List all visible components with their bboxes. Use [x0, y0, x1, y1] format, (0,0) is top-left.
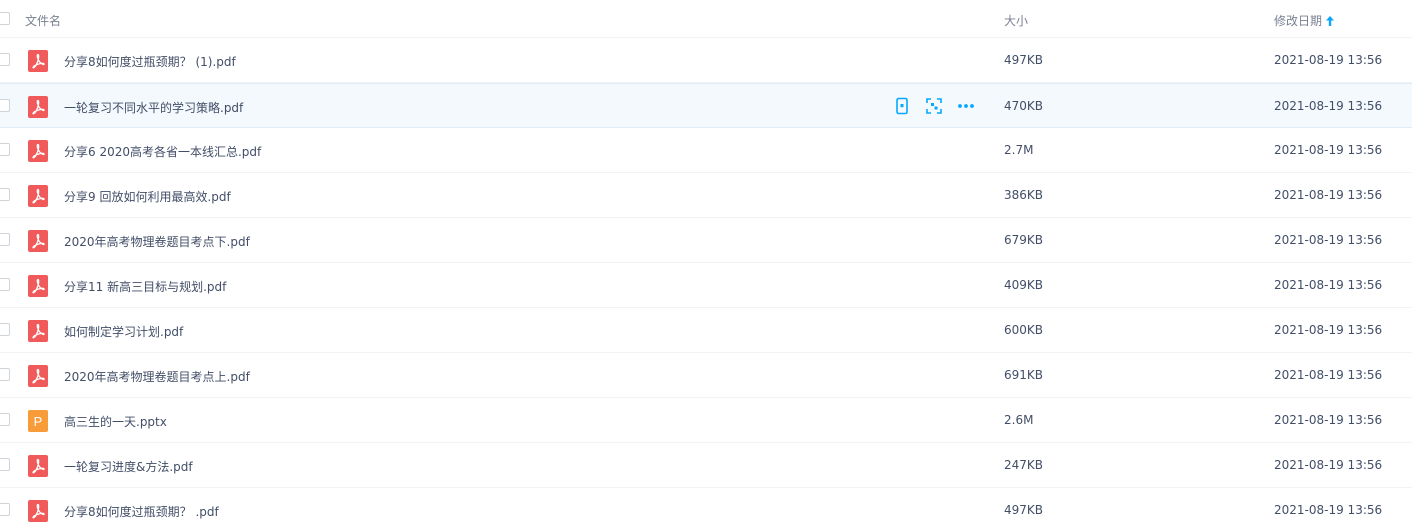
file-size: 497KB	[1004, 503, 1044, 517]
file-modified-date: 2021-08-19 13:56	[1274, 503, 1383, 517]
row-checkbox[interactable]	[0, 458, 10, 471]
file-row[interactable]: 2020年高考物理卷题目考点上.pdf 691KB 2021-08-19 13:56	[0, 353, 1412, 398]
file-size: 679KB	[1004, 233, 1044, 247]
file-row[interactable]: 分享9 回放如何利用最高效.pdf 386KB 2021-08-19 13:56	[0, 173, 1412, 218]
pdf-file-icon	[28, 140, 48, 162]
share-scan-icon[interactable]	[925, 97, 943, 115]
file-row[interactable]: 2020年高考物理卷题目考点下.pdf 679KB 2021-08-19 13:56	[0, 218, 1412, 263]
pdf-file-icon	[28, 365, 48, 387]
file-row[interactable]: P 高三生的一天.pptx 2.6M 2021-08-19 13:56	[0, 398, 1412, 443]
file-name[interactable]: 2020年高考物理卷题目考点上.pdf	[64, 368, 250, 385]
file-size: 2.7M	[1004, 143, 1034, 157]
pptx-file-icon: P	[28, 410, 48, 432]
file-modified-date: 2021-08-19 13:56	[1274, 413, 1383, 427]
file-row[interactable]: 一轮复习不同水平的学习策略.pdf 470KB 2021-08-19 13:56	[0, 83, 1412, 128]
file-modified-date: 2021-08-19 13:56	[1274, 99, 1383, 113]
file-modified-date: 2021-08-19 13:56	[1274, 458, 1383, 472]
file-size: 600KB	[1004, 323, 1044, 337]
file-name[interactable]: 一轮复习进度&方法.pdf	[64, 458, 193, 475]
phone-icon[interactable]	[893, 97, 911, 115]
row-checkbox[interactable]	[0, 233, 10, 246]
file-modified-date: 2021-08-19 13:56	[1274, 323, 1383, 337]
file-name[interactable]: 分享9 回放如何利用最高效.pdf	[64, 188, 231, 205]
file-size: 409KB	[1004, 278, 1044, 292]
file-row[interactable]: 分享6 2020高考各省一本线汇总.pdf 2.7M 2021-08-19 13:5…	[0, 128, 1412, 173]
file-name[interactable]: 分享6 2020高考各省一本线汇总.pdf	[64, 143, 261, 160]
file-row[interactable]: 一轮复习进度&方法.pdf 247KB 2021-08-19 13:56	[0, 443, 1412, 488]
file-modified-date: 2021-08-19 13:56	[1274, 143, 1383, 157]
file-size: 497KB	[1004, 53, 1044, 67]
sort-ascending-arrow-icon[interactable]	[1326, 15, 1335, 29]
row-checkbox[interactable]	[0, 53, 10, 66]
file-modified-date: 2021-08-19 13:56	[1274, 233, 1383, 247]
file-name[interactable]: 分享8如何度过瓶颈期？ (1).pdf	[64, 53, 236, 70]
file-modified-date: 2021-08-19 13:56	[1274, 188, 1383, 202]
pdf-file-icon	[28, 96, 48, 118]
more-icon[interactable]	[957, 97, 975, 115]
file-name[interactable]: 2020年高考物理卷题目考点下.pdf	[64, 233, 250, 250]
column-header-size[interactable]: 大小	[1004, 12, 1028, 29]
row-checkbox[interactable]	[0, 143, 10, 156]
file-size: 247KB	[1004, 458, 1044, 472]
row-checkbox[interactable]	[0, 368, 10, 381]
pdf-file-icon	[28, 50, 48, 72]
file-modified-date: 2021-08-19 13:56	[1274, 53, 1383, 67]
column-header-name[interactable]: 文件名	[25, 12, 61, 29]
column-header-date-label: 修改日期	[1274, 14, 1323, 28]
file-name[interactable]: 分享8如何度过瓶颈期？ .pdf	[64, 503, 219, 520]
pdf-file-icon	[28, 500, 48, 522]
file-size: 386KB	[1004, 188, 1044, 202]
select-all-checkbox[interactable]	[0, 12, 10, 25]
file-modified-date: 2021-08-19 13:56	[1274, 368, 1383, 382]
row-checkbox[interactable]	[0, 278, 10, 291]
file-name[interactable]: 高三生的一天.pptx	[64, 413, 167, 430]
row-checkbox[interactable]	[0, 503, 10, 516]
pdf-file-icon	[28, 275, 48, 297]
row-checkbox[interactable]	[0, 323, 10, 336]
pdf-file-icon	[28, 185, 48, 207]
column-header-date[interactable]: 修改日期	[1274, 12, 1335, 29]
pdf-file-icon	[28, 320, 48, 342]
file-list: 文件名 大小 修改日期 分享8如何度过瓶颈期？ (1).pdf 497KB 2021…	[0, 0, 1412, 529]
file-row[interactable]: 分享8如何度过瓶颈期？ (1).pdf 497KB 2021-08-19 13:56	[0, 38, 1412, 83]
file-row[interactable]: 如何制定学习计划.pdf 600KB 2021-08-19 13:56	[0, 308, 1412, 353]
file-list-header: 文件名 大小 修改日期	[0, 0, 1412, 38]
file-size: 691KB	[1004, 368, 1044, 382]
file-name[interactable]: 分享11 新高三目标与规划.pdf	[64, 278, 226, 295]
row-checkbox[interactable]	[0, 413, 10, 426]
pdf-file-icon	[28, 230, 48, 252]
file-name[interactable]: 一轮复习不同水平的学习策略.pdf	[64, 99, 243, 116]
file-row[interactable]: 分享8如何度过瓶颈期？ .pdf 497KB 2021-08-19 13:56	[0, 488, 1412, 529]
row-checkbox[interactable]	[0, 99, 10, 112]
svg-text:P: P	[34, 414, 43, 429]
file-row[interactable]: 分享11 新高三目标与规划.pdf 409KB 2021-08-19 13:56	[0, 263, 1412, 308]
row-checkbox[interactable]	[0, 188, 10, 201]
file-modified-date: 2021-08-19 13:56	[1274, 278, 1383, 292]
file-size: 470KB	[1004, 99, 1044, 113]
pdf-file-icon	[28, 455, 48, 477]
file-size: 2.6M	[1004, 413, 1034, 427]
file-name[interactable]: 如何制定学习计划.pdf	[64, 323, 183, 340]
